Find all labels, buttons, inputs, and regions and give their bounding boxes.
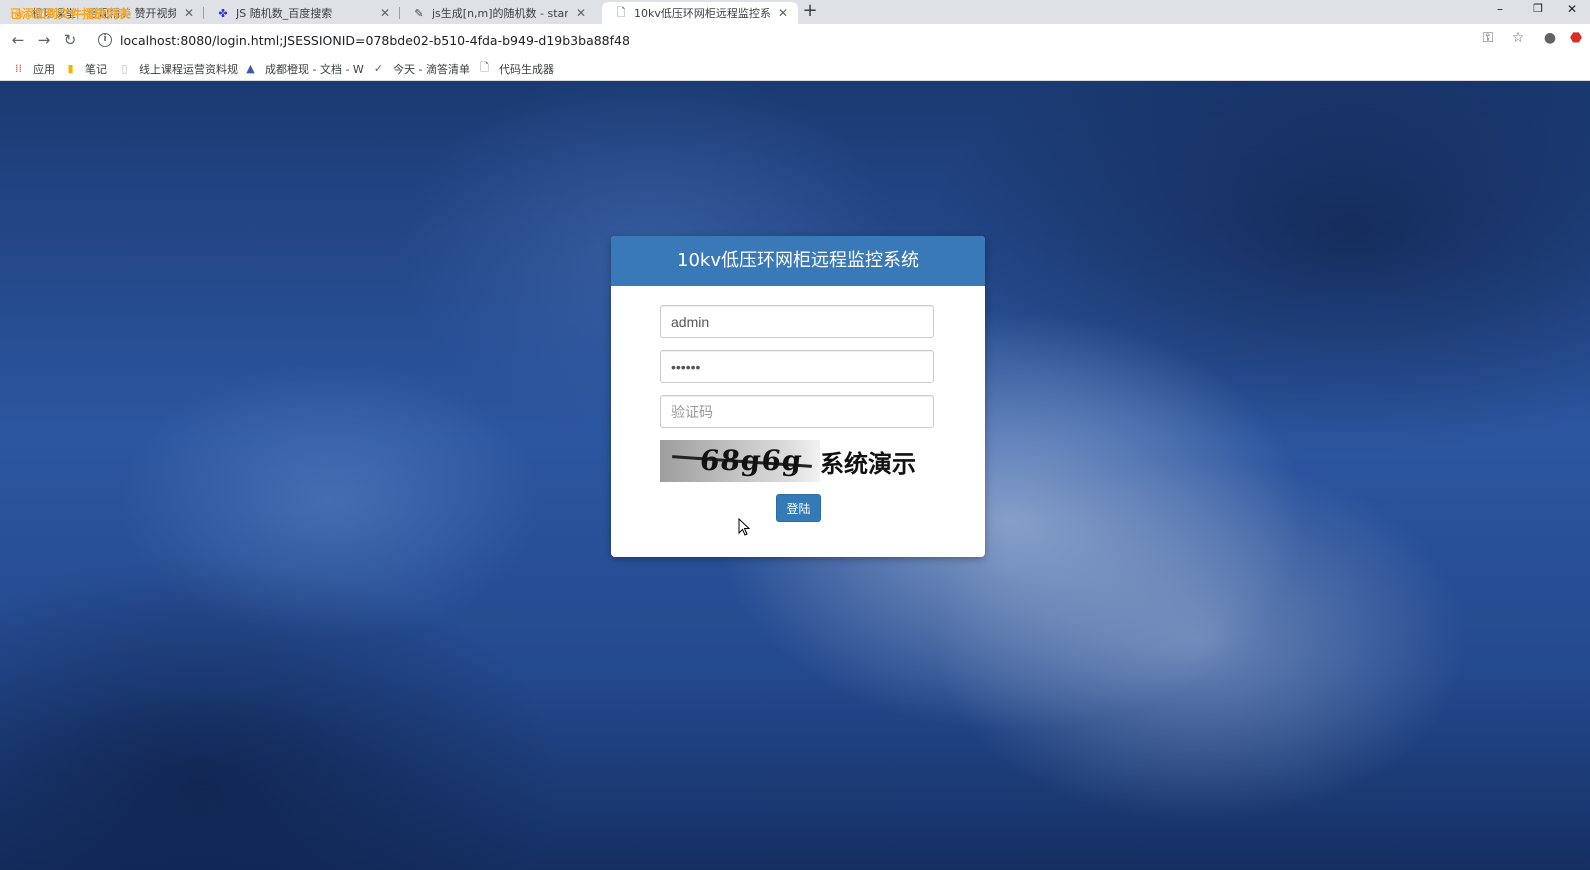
captcha-code: 68g6g (698, 444, 805, 477)
captcha-input[interactable] (660, 395, 934, 428)
orange-logo-icon: ◉ (14, 6, 24, 20)
reload-icon: ↻ (63, 31, 77, 49)
key-icon[interactable]: ⚿ (1478, 28, 1498, 48)
minimize-button[interactable]: – (1482, 0, 1518, 20)
new-tab-button[interactable]: + (800, 2, 820, 22)
bookmarks-bar: ⁞⁞ 应用 ▮ 笔记 ▯ 线上课程运营资料规 ▲ 成都橙现 - 文档 - W ✓… (0, 56, 1590, 81)
page-icon: 🗋 (616, 5, 626, 19)
tab-baidu-search[interactable]: ✤ JS 随机数_百度搜索 ✕ (204, 2, 400, 24)
page-background: 10kv低压环网柜远程监控系统 68g6g 系统演示 登陆 (0, 81, 1590, 870)
bookmark-notes[interactable]: ▮ 笔记 (64, 60, 107, 77)
login-button[interactable]: 登陆 (776, 494, 821, 522)
reload-button[interactable]: ↻ (60, 30, 80, 50)
profile-avatar-icon[interactable]: ● (1540, 28, 1560, 48)
doc-icon: ▯ (121, 62, 128, 75)
close-tab-icon[interactable]: ✕ (776, 6, 790, 20)
info-icon[interactable]: i (98, 33, 112, 47)
captcha-row: 68g6g 系统演示 (660, 440, 916, 482)
cnblogs-icon: ✎ (414, 6, 424, 20)
url-text[interactable]: localhost:8080/login.html;JSESSIONID=078… (120, 33, 1578, 48)
tab-chengxian[interactable]: ◉ 橙现课堂 - 橙现精美 赞开视频播 ✕ (0, 2, 204, 24)
folder-icon: ▮ (67, 62, 74, 75)
tower-icon: ▲ (246, 62, 255, 75)
restore-button[interactable]: ❐ (1520, 0, 1556, 20)
close-tab-icon[interactable]: ✕ (378, 6, 392, 20)
login-title: 10kv低压环网柜远程监控系统 (611, 236, 985, 286)
close-window-button[interactable]: ✕ (1554, 0, 1590, 20)
bookmark-star-icon[interactable]: ☆ (1508, 28, 1528, 48)
username-input[interactable] (660, 305, 934, 338)
bookmark-code-generator[interactable]: 🗋 代码生成器 (478, 60, 554, 77)
tab-strip: ◉ 橙现课堂 - 橙现精美 赞开视频播 ✕ ✤ JS 随机数_百度搜索 ✕ ✎ … (0, 0, 1590, 24)
forward-arrow-icon: → (37, 31, 51, 49)
browser-toolbar: ← → ↻ i localhost:8080/login.html;JSESSI… (0, 24, 1590, 56)
baidu-paw-icon: ✤ (218, 6, 228, 20)
captcha-demo-label: 系统演示 (820, 449, 916, 478)
login-panel: 10kv低压环网柜远程监控系统 68g6g 系统演示 登陆 (611, 236, 985, 557)
bookmark-chengdu-docs[interactable]: ▲ 成都橙现 - 文档 - W (244, 60, 364, 77)
tab-monitor-system[interactable]: 🗋 10kv低压环网柜远程监控系统 ✕ (602, 2, 798, 24)
bookmark-apps[interactable]: ⁞⁞ 应用 (12, 60, 55, 77)
password-input[interactable] (660, 350, 934, 383)
tab-cnblogs[interactable]: ✎ js生成[n,m]的随机数 - starof - 博 ✕ (400, 2, 596, 24)
mouse-cursor-icon (738, 518, 750, 536)
back-button[interactable]: ← (8, 30, 28, 50)
back-arrow-icon: ← (11, 31, 25, 49)
close-tab-icon[interactable]: ✕ (182, 6, 196, 20)
forward-button[interactable]: → (34, 30, 54, 50)
address-bar[interactable]: i localhost:8080/login.html;JSESSIONID=0… (88, 28, 1578, 52)
apps-grid-icon: ⁞⁞ (15, 62, 22, 75)
extension-icon[interactable]: ⬣ (1566, 28, 1586, 48)
bookmark-dida[interactable]: ✓ 今天 - 滴答清单 (372, 60, 470, 77)
check-circle-icon: ✓ (373, 62, 384, 75)
bookmark-course-ops[interactable]: ▯ 线上课程运营资料规 (118, 60, 238, 77)
captcha-image[interactable]: 68g6g (660, 440, 820, 482)
close-tab-icon[interactable]: ✕ (574, 6, 588, 20)
page-icon: 🗋 (480, 61, 489, 74)
